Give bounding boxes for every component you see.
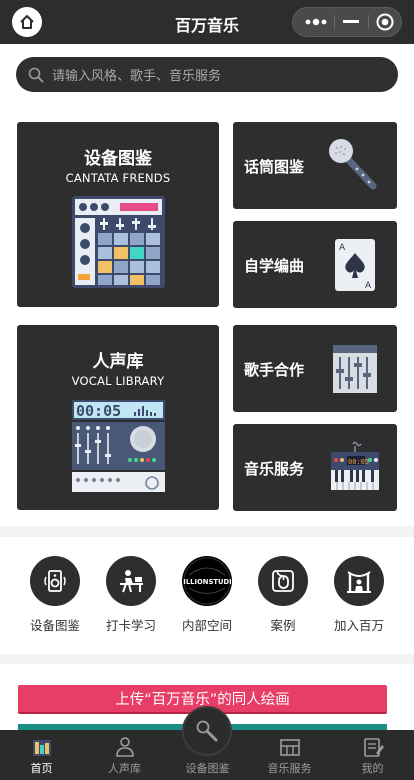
quick-link-cases[interactable]: 案例 xyxy=(248,556,318,634)
card-equipment-subtitle: CANTATA FRENDS xyxy=(65,171,171,185)
tab-label: 首页 xyxy=(30,762,53,775)
circle-button xyxy=(30,556,80,606)
quick-link-label: 内部空间 xyxy=(181,618,232,633)
equalizer-icon xyxy=(333,345,377,393)
logo-text: MILLIONSTUDIO xyxy=(183,578,231,586)
svg-text:A: A xyxy=(339,243,346,253)
synthesizer-icon: 00:05 xyxy=(331,441,379,490)
minimize-button[interactable] xyxy=(335,8,367,36)
close-button[interactable] xyxy=(369,8,401,36)
microphone-icon xyxy=(329,139,377,190)
svg-text:A: A xyxy=(365,281,372,291)
tab-label: 人声库 xyxy=(108,762,141,775)
svg-text:00:05: 00:05 xyxy=(348,458,369,466)
desk-study-icon xyxy=(120,570,143,593)
tab-label: 音乐服务 xyxy=(267,762,312,775)
circle-button: MILLIONSTUDIO xyxy=(182,556,232,606)
singer-icon xyxy=(115,737,134,757)
category-grid: 设备图鉴 CANTATA FRENDS 话筒图鉴 自学编曲 A A 人声库 VO… xyxy=(0,104,414,526)
tab-vocal[interactable]: 人声库 xyxy=(83,730,166,780)
quick-links: 设备图鉴 打卡学习 MILLIONSTUDIO 内部空间 xyxy=(0,537,414,654)
home-equalizer-icon xyxy=(32,740,51,756)
circle-button xyxy=(258,556,308,606)
svg-text:00:05: 00:05 xyxy=(76,402,121,420)
tab-label: 设备图鉴 xyxy=(185,762,230,775)
home-button[interactable] xyxy=(12,7,42,37)
card-self-study-label: 自学编曲 xyxy=(244,257,305,275)
playing-card-icon: A A xyxy=(335,239,375,291)
capsule-menu xyxy=(292,7,402,37)
search-icon xyxy=(28,67,44,82)
circle-button xyxy=(106,556,156,606)
millionstudio-logo: MILLIONSTUDIO xyxy=(183,557,231,605)
card-vocal-subtitle: VOCAL LIBRARY xyxy=(71,374,165,388)
search-input[interactable]: 请输入风格、歌手、音乐服务 xyxy=(16,57,398,92)
card-singer[interactable]: 歌手合作 xyxy=(233,325,397,412)
tab-home[interactable]: 首页 xyxy=(0,730,83,780)
close-circle-icon xyxy=(376,13,394,31)
card-singer-label: 歌手合作 xyxy=(244,361,305,379)
card-mic-label: 话筒图鉴 xyxy=(244,158,305,176)
quick-link-label: 打卡学习 xyxy=(105,618,156,633)
top-bar: 百万音乐 xyxy=(0,0,414,44)
tab-profile[interactable]: 我的 xyxy=(331,730,414,780)
search-section: 请输入风格、歌手、音乐服务 xyxy=(0,44,414,104)
quick-link-space[interactable]: MILLIONSTUDIO 内部空间 xyxy=(172,556,242,634)
card-vocal[interactable]: 人声库 VOCAL LIBRARY 00:05 xyxy=(17,325,219,510)
quick-link-join[interactable]: 加入百万 xyxy=(324,556,394,634)
circle-button xyxy=(334,556,384,606)
quick-link-equipment[interactable]: 设备图鉴 xyxy=(20,556,90,634)
quick-link-label: 案例 xyxy=(270,618,296,633)
mixer-console-icon: 00:05 xyxy=(72,400,165,492)
card-equipment[interactable]: 设备图鉴 CANTATA FRENDS xyxy=(17,122,219,307)
card-vocal-title: 人声库 xyxy=(92,352,144,372)
card-equipment-title: 设备图鉴 xyxy=(84,149,152,169)
speaker-icon xyxy=(44,570,66,592)
profile-icon xyxy=(363,738,384,757)
more-dots-icon xyxy=(305,18,327,26)
minimize-icon xyxy=(343,20,359,23)
more-button[interactable] xyxy=(299,8,333,36)
search-placeholder: 请输入风格、歌手、音乐服务 xyxy=(52,69,222,84)
card-self-study[interactable]: 自学编曲 A A xyxy=(233,221,397,308)
center-mic-button[interactable] xyxy=(182,706,232,756)
tab-service[interactable]: 音乐服务 xyxy=(248,730,331,780)
stage-icon xyxy=(347,571,371,593)
home-icon xyxy=(20,15,34,29)
tab-label: 我的 xyxy=(361,762,384,775)
quick-link-label: 设备图鉴 xyxy=(29,618,80,633)
mic-center-icon xyxy=(196,720,218,742)
card-service[interactable]: 音乐服务 00:05 xyxy=(233,424,397,511)
card-service-label: 音乐服务 xyxy=(244,460,305,478)
drum-machine-icon xyxy=(72,196,165,288)
quick-link-label: 加入百万 xyxy=(333,618,384,633)
mouse-icon xyxy=(272,570,294,592)
piano-icon xyxy=(279,739,300,756)
quick-link-study[interactable]: 打卡学习 xyxy=(96,556,166,634)
card-mic[interactable]: 话筒图鉴 xyxy=(233,122,397,209)
